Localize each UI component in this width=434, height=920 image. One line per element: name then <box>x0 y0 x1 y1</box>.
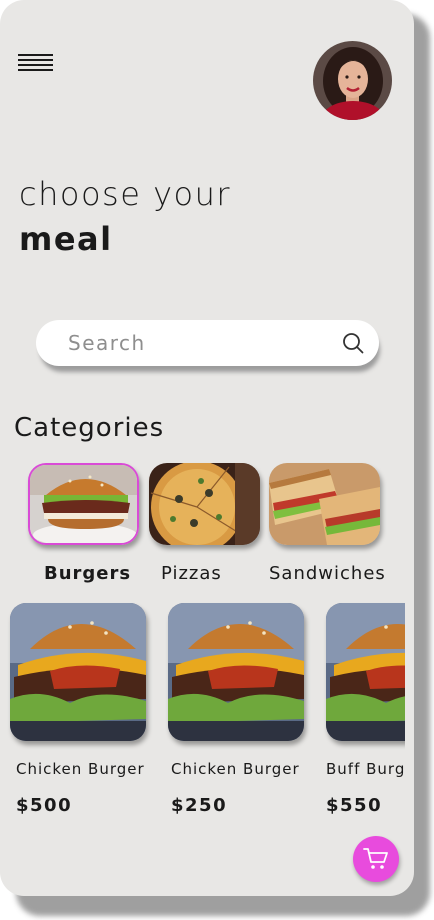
product-list: Chicken Burger Chicken Burger Buff Burge… <box>0 590 405 830</box>
product-card-image[interactable] <box>326 603 405 741</box>
product-price: $550 <box>326 795 383 816</box>
cart-button[interactable] <box>353 836 399 882</box>
category-pizzas-label[interactable]: Pizzas <box>161 563 222 584</box>
category-burgers-label[interactable]: Burgers <box>44 563 131 584</box>
product-card-image[interactable] <box>10 603 146 741</box>
product-name: Chicken Burger <box>16 760 145 778</box>
search-bar <box>36 320 379 366</box>
hero-title-line2: meal <box>19 220 113 258</box>
product-card-image[interactable] <box>168 603 304 741</box>
hamburger-menu-icon[interactable] <box>18 50 54 76</box>
categories-title: Categories <box>14 413 165 443</box>
search-input[interactable] <box>68 328 328 358</box>
category-sandwiches-label[interactable]: Sandwiches <box>269 563 386 584</box>
hero-title-line1: choose your <box>19 175 232 213</box>
product-name: Chicken Burger <box>171 760 300 778</box>
category-sandwiches-image[interactable] <box>269 463 380 545</box>
cart-icon <box>363 848 388 869</box>
avatar[interactable] <box>313 41 392 120</box>
category-pizzas-image[interactable] <box>149 463 260 545</box>
app-screen: choose your meal Categories <box>0 0 414 896</box>
product-price: $500 <box>16 795 73 816</box>
search-icon[interactable] <box>342 332 364 354</box>
product-name: Buff Burger <box>326 760 405 778</box>
category-burgers-image[interactable] <box>28 463 139 545</box>
product-price: $250 <box>171 795 228 816</box>
